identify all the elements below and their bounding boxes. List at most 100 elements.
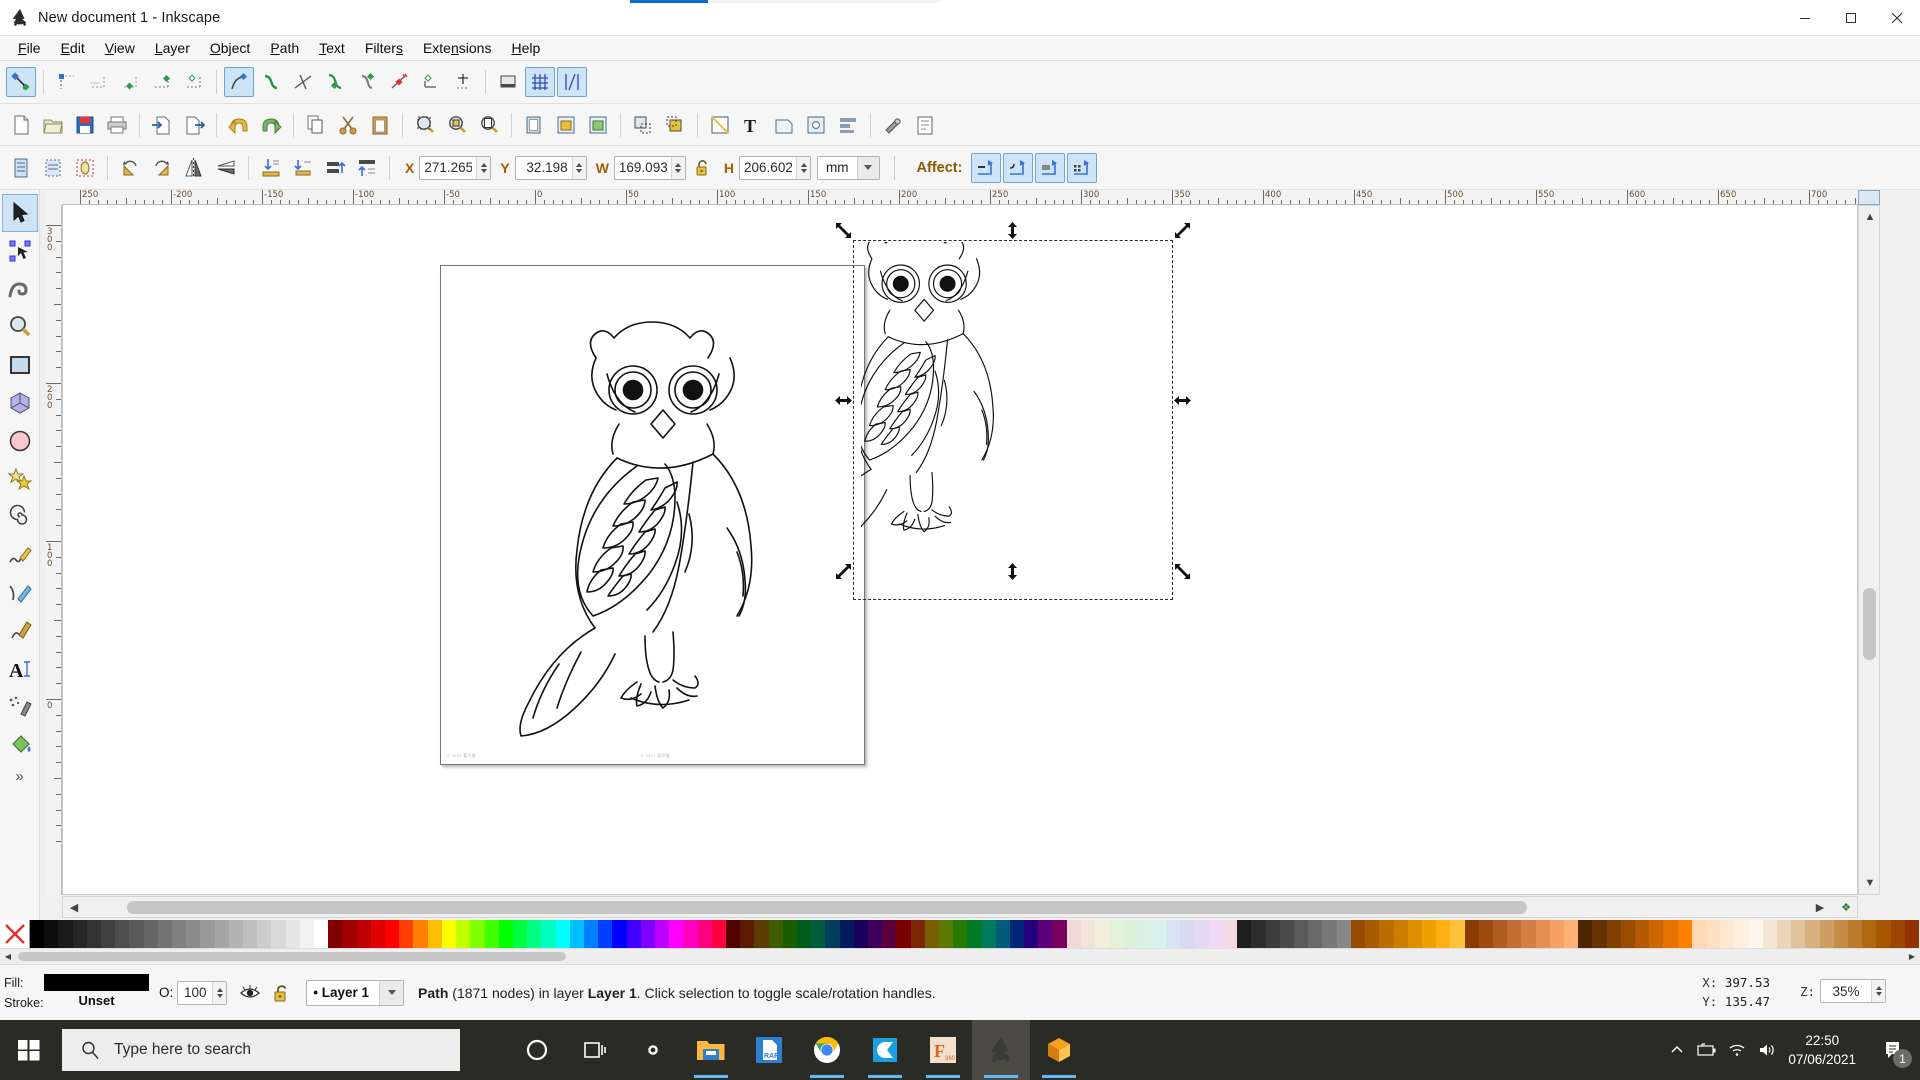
- import-icon[interactable]: [147, 110, 177, 140]
- palette-scroll-left[interactable]: ◀: [0, 949, 16, 965]
- snap-smooth-nodes-button[interactable]: [352, 67, 382, 97]
- palette-swatch[interactable]: [456, 920, 471, 948]
- spray-tool[interactable]: [2, 688, 38, 726]
- menu-extensions[interactable]: Extensions: [413, 38, 502, 58]
- palette-swatch[interactable]: [1237, 920, 1252, 948]
- palette-swatch[interactable]: [1066, 920, 1082, 948]
- w-input[interactable]: [614, 156, 671, 179]
- hscroll-thumb[interactable]: [127, 900, 1527, 914]
- palette-swatch[interactable]: [1208, 920, 1224, 948]
- snap-enable-button[interactable]: [6, 67, 36, 97]
- w-spinner[interactable]: [670, 156, 685, 179]
- snap-page-border-toggle[interactable]: [493, 67, 523, 97]
- snap-cusp-nodes-button[interactable]: [320, 67, 350, 97]
- snap-bbox-centers-button[interactable]: [179, 67, 209, 97]
- palette-swatch[interactable]: [243, 920, 258, 948]
- new-document-icon[interactable]: [6, 110, 36, 140]
- unlocked-icon[interactable]: [267, 978, 297, 1008]
- snap-guides-button[interactable]: [557, 67, 587, 97]
- snap-bbox-edges-button[interactable]: ^^^: [83, 67, 113, 97]
- pen-tool[interactable]: [2, 612, 38, 650]
- box3d-tool[interactable]: [2, 384, 38, 422]
- palette-swatch[interactable]: [1194, 920, 1209, 948]
- palette-swatch[interactable]: [1350, 920, 1366, 948]
- selection-handle-nw[interactable]: [834, 221, 853, 240]
- vscroll-up-button[interactable]: ▲: [1859, 206, 1881, 228]
- zoom-tool[interactable]: [2, 308, 38, 346]
- battery-icon[interactable]: [1692, 1020, 1722, 1080]
- palette-swatch[interactable]: [1904, 920, 1920, 948]
- palette-swatch[interactable]: [1563, 920, 1579, 948]
- selection-handle-n[interactable]: [1003, 221, 1022, 240]
- selection-handle-sw[interactable]: [834, 562, 853, 581]
- palette-swatch[interactable]: [115, 920, 130, 948]
- palette-swatch[interactable]: [754, 920, 769, 948]
- palette-swatch[interactable]: [314, 920, 329, 948]
- palette-swatch[interactable]: [541, 920, 556, 948]
- palette-swatch[interactable]: [1805, 920, 1820, 948]
- cortana-icon[interactable]: [508, 1020, 566, 1080]
- transform-patterns-icon[interactable]: [1067, 152, 1098, 183]
- xml-editor-icon[interactable]: [705, 110, 735, 140]
- w-field[interactable]: [613, 155, 686, 180]
- palette-swatch[interactable]: [1478, 920, 1493, 948]
- file-explorer-icon[interactable]: [682, 1020, 740, 1080]
- palette-swatch[interactable]: [598, 920, 613, 948]
- palette-swatch[interactable]: [101, 920, 116, 948]
- winrar-icon[interactable]: RAR: [740, 1020, 798, 1080]
- palette-swatch[interactable]: [1720, 920, 1735, 948]
- palette-swatch[interactable]: [356, 920, 371, 948]
- palette-swatch[interactable]: [385, 920, 400, 948]
- start-button[interactable]: [0, 1020, 58, 1080]
- print-document-icon[interactable]: [102, 110, 132, 140]
- x-spinner[interactable]: [476, 156, 491, 179]
- palette-swatch[interactable]: [1137, 920, 1153, 948]
- palette-swatch[interactable]: [498, 920, 513, 948]
- spiral-tool[interactable]: [2, 498, 38, 536]
- palette-swatch[interactable]: [1876, 920, 1891, 948]
- palette-swatch[interactable]: [583, 920, 599, 948]
- palette-swatch[interactable]: [172, 920, 187, 948]
- palette-swatch[interactable]: [1862, 920, 1877, 948]
- close-button[interactable]: [1874, 0, 1920, 36]
- h-field[interactable]: [739, 155, 812, 180]
- select-all-in-all-layers-icon[interactable]: [38, 153, 68, 183]
- palette-swatch[interactable]: [342, 920, 357, 948]
- snap-page-border-button[interactable]: [448, 67, 478, 97]
- palette-swatch[interactable]: [1123, 920, 1138, 948]
- palette-swatch[interactable]: [1734, 920, 1749, 948]
- raise-to-top-icon[interactable]: [628, 110, 658, 140]
- palette-swatch[interactable]: [1407, 920, 1422, 948]
- cut-icon[interactable]: [333, 110, 363, 140]
- paste-icon[interactable]: [365, 110, 395, 140]
- snap-grid-button[interactable]: [525, 67, 555, 97]
- palette-swatch[interactable]: [1251, 920, 1266, 948]
- wifi-icon[interactable]: [1722, 1020, 1752, 1080]
- opacity-input[interactable]: [178, 981, 213, 1004]
- raise-to-top-button[interactable]: [352, 153, 382, 183]
- palette-swatch[interactable]: [569, 920, 584, 948]
- toolbox-overflow-button[interactable]: »: [15, 768, 23, 785]
- transform-gradients-icon[interactable]: [1035, 152, 1066, 183]
- fusion360-icon[interactable]: F 360: [914, 1020, 972, 1080]
- palette-swatch[interactable]: [1521, 920, 1536, 948]
- palette-swatch[interactable]: [867, 920, 883, 948]
- palette-swatch[interactable]: [1393, 920, 1408, 948]
- palette-swatch[interactable]: [654, 920, 670, 948]
- palette-swatch[interactable]: [1109, 920, 1124, 948]
- align-dialog-icon[interactable]: [833, 110, 863, 140]
- palette-swatch[interactable]: [1450, 920, 1465, 948]
- fill-swatch[interactable]: [44, 974, 149, 991]
- taskbar-clock[interactable]: 22:50 07/06/2021: [1788, 1031, 1856, 1069]
- palette-swatch[interactable]: [257, 920, 272, 948]
- canvas[interactable]: © 2021 著作権 © 2021 著作権: [62, 205, 1858, 895]
- palette-swatch[interactable]: [1762, 920, 1777, 948]
- vscroll-down-button[interactable]: ▼: [1859, 872, 1881, 894]
- ungroup-icon[interactable]: [583, 110, 613, 140]
- text-tool[interactable]: A: [2, 650, 38, 688]
- color-palette[interactable]: [0, 920, 1920, 948]
- palette-swatch[interactable]: [413, 920, 428, 948]
- palette-swatch[interactable]: [44, 920, 59, 948]
- palette-swatch[interactable]: [910, 920, 925, 948]
- palette-swatch[interactable]: [1010, 920, 1025, 948]
